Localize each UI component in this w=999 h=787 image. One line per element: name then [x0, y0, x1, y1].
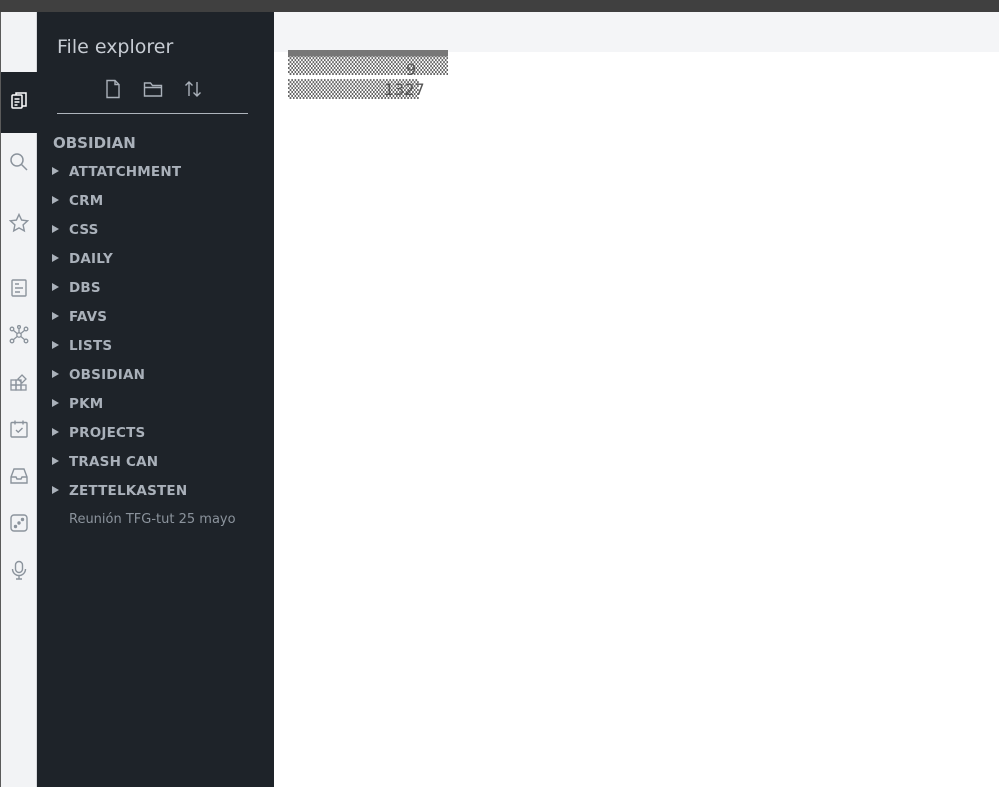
- folder-item-dbs[interactable]: DBS: [37, 273, 274, 302]
- collapse-arrow-icon: [52, 428, 59, 436]
- folder-item-zettelkasten[interactable]: ZETTELKASTEN: [37, 476, 274, 505]
- folder-item-attatchment[interactable]: ATTATCHMENT: [37, 157, 274, 186]
- overlapping-render-artifact: ▒▒▒▒▒▒▒▒▒▒▒▒▒ ▀▀▀▀▀▀▀▀▀▀▀▀▀▀▀▀ ▒▒▒▒▒▒▒▒▒…: [288, 50, 448, 100]
- folder-item-crm[interactable]: CRM: [37, 186, 274, 215]
- microphone-icon[interactable]: [8, 559, 30, 581]
- folder-item-css[interactable]: CSS: [37, 215, 274, 244]
- folder-item-daily[interactable]: DAILY: [37, 244, 274, 273]
- sort-button[interactable]: [180, 76, 206, 102]
- main-content: ▒▒▒▒▒▒▒▒▒▒▒▒▒ ▀▀▀▀▀▀▀▀▀▀▀▀▀▀▀▀ ▒▒▒▒▒▒▒▒▒…: [274, 12, 999, 787]
- folder-label: ZETTELKASTEN: [69, 482, 188, 499]
- inbox-icon[interactable]: [8, 465, 30, 487]
- window-top-bar: [0, 0, 999, 12]
- file-tree: ATTATCHMENT CRM CSS DAILY DBS FAVS LISTS: [37, 157, 274, 534]
- folder-item-lists[interactable]: LISTS: [37, 331, 274, 360]
- collapse-arrow-icon: [52, 370, 59, 378]
- collapse-arrow-icon: [52, 283, 59, 291]
- calendar-icon[interactable]: [8, 418, 30, 440]
- new-folder-button[interactable]: [140, 76, 166, 102]
- folder-label: FAVS: [69, 308, 108, 325]
- folder-label: CSS: [69, 221, 99, 238]
- folder-label: DAILY: [69, 250, 113, 267]
- file-item[interactable]: Reunión TFG-tut 25 mayo: [37, 505, 274, 534]
- new-note-button[interactable]: [100, 76, 126, 102]
- folder-item-pkm[interactable]: PKM: [37, 389, 274, 418]
- panel-title: File explorer: [57, 36, 174, 58]
- dice-icon[interactable]: [8, 512, 30, 534]
- collapse-arrow-icon: [52, 457, 59, 465]
- tab-header-bar: [274, 12, 999, 52]
- folder-label: TRASH CAN: [69, 453, 159, 470]
- collapse-arrow-icon: [52, 254, 59, 262]
- search-icon[interactable]: [8, 151, 30, 173]
- folder-label: OBSIDIAN: [69, 366, 146, 383]
- collapse-arrow-icon: [52, 196, 59, 204]
- folder-item-projects[interactable]: PROJECTS: [37, 418, 274, 447]
- vault-name[interactable]: OBSIDIAN: [53, 134, 136, 152]
- collapse-arrow-icon: [52, 486, 59, 494]
- plugins-icon[interactable]: [8, 371, 30, 393]
- file-explorer-icon[interactable]: [8, 90, 30, 112]
- collapse-arrow-icon: [52, 312, 59, 320]
- folder-label: PROJECTS: [69, 424, 146, 441]
- collapse-arrow-icon: [52, 167, 59, 175]
- folder-item-trash-can[interactable]: TRASH CAN: [37, 447, 274, 476]
- collapse-arrow-icon: [52, 399, 59, 407]
- overlap-text-a: 9: [406, 60, 417, 79]
- folder-label: LISTS: [69, 337, 113, 354]
- overlap-text-b: 1327: [384, 80, 425, 99]
- folder-item-obsidian[interactable]: OBSIDIAN: [37, 360, 274, 389]
- file-explorer-panel: File explorer OBSIDIAN ATTATCHMENT CRM C…: [37, 12, 274, 787]
- folder-label: CRM: [69, 192, 104, 209]
- folder-item-favs[interactable]: FAVS: [37, 302, 274, 331]
- folder-label: ATTATCHMENT: [69, 163, 182, 180]
- outline-icon[interactable]: [8, 277, 30, 299]
- nav-divider: [57, 113, 248, 114]
- folder-label: PKM: [69, 395, 104, 412]
- graph-icon[interactable]: [8, 324, 30, 346]
- folder-label: DBS: [69, 279, 101, 296]
- star-icon[interactable]: [8, 212, 30, 234]
- left-ribbon: [1, 12, 37, 787]
- file-label: Reunión TFG-tut 25 mayo: [69, 512, 236, 527]
- collapse-arrow-icon: [52, 341, 59, 349]
- collapse-arrow-icon: [52, 225, 59, 233]
